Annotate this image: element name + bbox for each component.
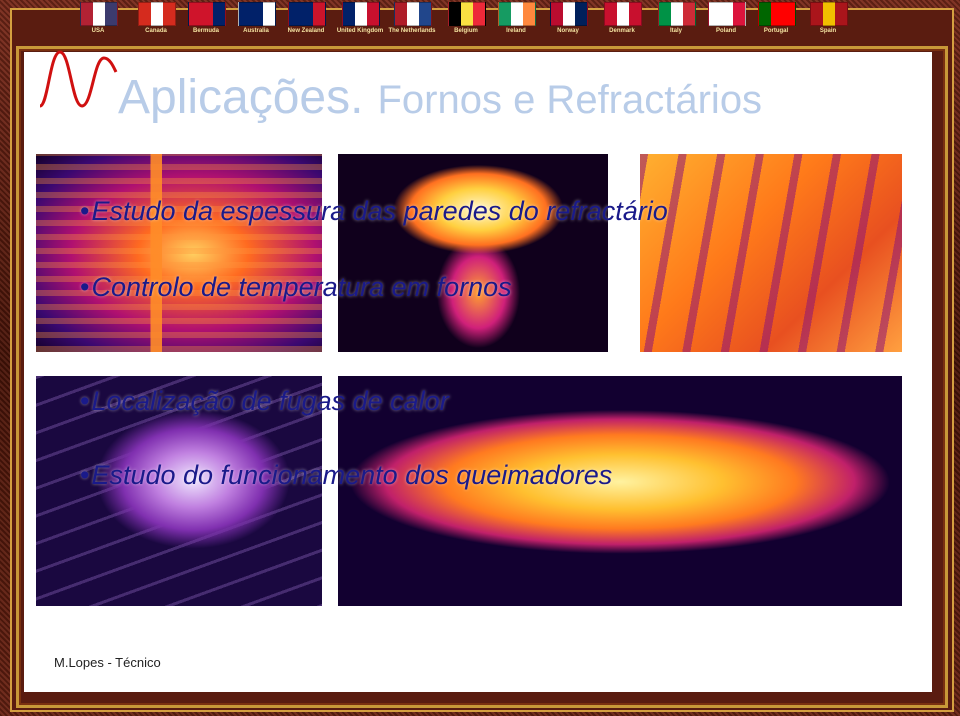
flag-label: Ireland — [506, 28, 526, 34]
flag-label: Norway — [557, 28, 579, 34]
flag-strip: USA Canada Bermuda Australia New Zealand… — [70, 0, 930, 44]
bullet-item: Estudo do funcionamento dos queimadores — [80, 460, 612, 491]
thermal-image-wall — [36, 154, 322, 352]
flag-norway-icon — [550, 2, 588, 26]
flag-poland-icon — [708, 2, 746, 26]
title-subtitle: Fornos e Refractários — [377, 78, 763, 122]
flag-bermuda-icon — [188, 2, 226, 26]
flag-united-kingdom-icon — [342, 2, 380, 26]
flag-portugal-icon — [758, 2, 796, 26]
flag-australia-icon — [238, 2, 276, 26]
flag-label: United Kingdom — [336, 28, 384, 34]
flag-label: Denmark — [609, 28, 635, 34]
title-main: Aplicações. — [118, 71, 364, 124]
bullet-item: Controlo de temperatura em fornos — [80, 272, 511, 303]
thermal-image-refractory — [640, 154, 902, 352]
flag-netherlands-icon — [394, 2, 432, 26]
flag-ireland-icon — [498, 2, 536, 26]
bullet-item: Estudo da espessura das paredes do refra… — [80, 196, 667, 227]
flag-denmark-icon — [604, 2, 642, 26]
flag-canada-icon — [138, 2, 176, 26]
flag-label: Portugal — [763, 28, 789, 34]
waveform-logo-icon — [39, 50, 118, 108]
flag-usa-icon — [80, 2, 118, 26]
flag-label: New Zealand — [287, 28, 325, 34]
thermal-image-furnace-top — [338, 154, 608, 352]
flag-label: The Netherlands — [388, 28, 436, 34]
flag-label: Spain — [819, 28, 837, 34]
slide-footer: M.Lopes - Técnico — [54, 655, 161, 670]
flag-label: USA — [91, 28, 105, 34]
slide-title: Aplicações. Fornos e Refractários — [118, 70, 762, 125]
flag-belgium-icon — [448, 2, 486, 26]
flag-spain-icon — [810, 2, 848, 26]
flag-italy-icon — [658, 2, 696, 26]
flag-new-zealand-icon — [288, 2, 326, 26]
bullet-item: Localização de fugas de calor — [80, 386, 448, 417]
